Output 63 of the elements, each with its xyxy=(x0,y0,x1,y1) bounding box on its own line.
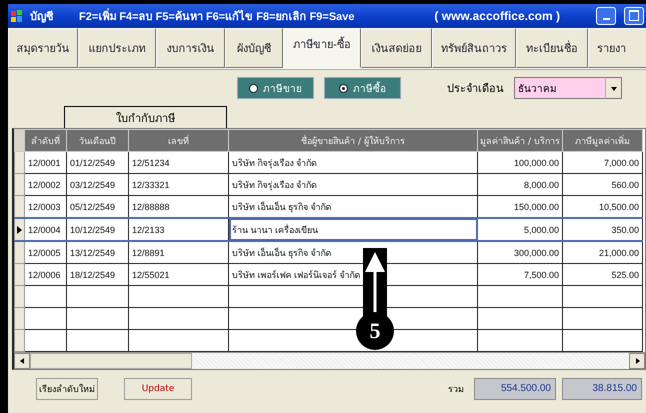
minimize-button[interactable] xyxy=(596,7,616,25)
scroll-left-icon[interactable] xyxy=(14,353,30,369)
website-label: ( www.accoffice.com ) xyxy=(434,9,560,23)
total-field: 38.815.00 xyxy=(562,378,642,400)
table-cell: 12/55021 xyxy=(128,264,228,286)
row-selector[interactable] xyxy=(14,218,24,241)
column-header[interactable]: วันเดือนปี xyxy=(66,130,128,152)
tab[interactable]: เงินสดย่อย xyxy=(361,28,432,68)
tab[interactable]: ผังบัญชี xyxy=(225,28,283,68)
radio-button[interactable]: ภาษีขาย xyxy=(237,77,314,99)
column-header[interactable]: ภาษีมูลค่าเพิ่ม xyxy=(562,130,642,152)
table-cell: 100,000.00 xyxy=(478,152,562,174)
table-cell: 560.00 xyxy=(562,174,642,196)
table-cell: 01/12/2549 xyxy=(66,152,128,174)
tab[interactable]: ทะเบียนชื่อ xyxy=(516,28,588,68)
total-field: 554.500.00 xyxy=(474,378,556,400)
column-header[interactable]: ชื่อผู้ขายสินค้า / ผู้ให้บริการ xyxy=(228,130,478,152)
radio-button[interactable]: ภาษีซื้อ xyxy=(324,77,401,99)
horizontal-scrollbar[interactable] xyxy=(14,352,645,369)
table-cell: 12/33321 xyxy=(128,174,228,196)
table-cell: 12/8891 xyxy=(128,241,228,264)
table-cell: 12/0006 xyxy=(24,264,66,286)
tab[interactable]: สมุดรายวัน xyxy=(8,28,78,68)
tab[interactable]: ภาษีขาย-ซื้อ xyxy=(283,28,361,68)
action-button[interactable]: เรียงลำดับใหม่ xyxy=(36,378,98,400)
shortcut-hint: F2=เพิ่ม F4=ลบ F5=ค้นหา F6=แก้ไข F8=ยกเลิก F9=Save xyxy=(79,7,355,25)
table-cell: 7,500.00 xyxy=(478,264,562,286)
table-cell: 12/2133 xyxy=(128,218,228,241)
table-cell: บริษัท กิจรุ่งเรือง จำกัด xyxy=(228,174,478,196)
table-cell: 5,000.00 xyxy=(478,218,562,241)
table-cell: 12/51234 xyxy=(128,152,228,174)
table-cell: 12/0001 xyxy=(24,152,66,174)
tab[interactable]: งบการเงิน xyxy=(156,28,225,68)
table-cell: 12/0002 xyxy=(24,174,66,196)
table-cell: 8,000.00 xyxy=(478,174,562,196)
action-button[interactable]: Update xyxy=(124,378,192,400)
tab[interactable]: ทรัพย์สินถาวร xyxy=(432,28,516,68)
table-cell: ร้าน นานา เครื่องเขียน xyxy=(228,218,478,241)
table-cell: 21,000.00 xyxy=(562,241,642,264)
tab[interactable]: รายงา xyxy=(588,28,646,68)
table-cell: 03/12/2549 xyxy=(66,174,128,196)
table-cell: 7,000.00 xyxy=(562,152,642,174)
table-cell: 350.00 xyxy=(562,218,642,241)
table-cell: 13/12/2549 xyxy=(66,241,128,264)
column-header[interactable]: ลำดับที่ xyxy=(24,130,66,152)
maximize-button[interactable] xyxy=(624,7,644,25)
column-header[interactable]: มูลค่าสินค้า / บริการ xyxy=(478,130,562,152)
app-icon xyxy=(10,9,24,23)
month-dropdown[interactable]: ธันวาคม xyxy=(514,77,622,99)
table-cell: 10/12/2549 xyxy=(66,218,128,241)
table-cell: 12/0005 xyxy=(24,241,66,264)
table-cell: 525.00 xyxy=(562,264,642,286)
total-label: รวม xyxy=(448,384,464,396)
tab[interactable]: แยกประเภท xyxy=(78,28,156,68)
table-cell: บริษัท กิจรุ่งเรือง จำกัด xyxy=(228,152,478,174)
scroll-right-icon[interactable] xyxy=(629,353,645,369)
column-header[interactable]: เลขที่ xyxy=(128,130,228,152)
table-cell: 18/12/2549 xyxy=(66,264,128,286)
table-cell: 12/0004 xyxy=(24,218,66,241)
scrollbar-thumb[interactable] xyxy=(30,353,192,369)
window-title: บัญชี xyxy=(30,10,53,25)
table-cell: 300,000.00 xyxy=(478,241,562,264)
month-label: ประจำเดือน xyxy=(447,81,504,97)
